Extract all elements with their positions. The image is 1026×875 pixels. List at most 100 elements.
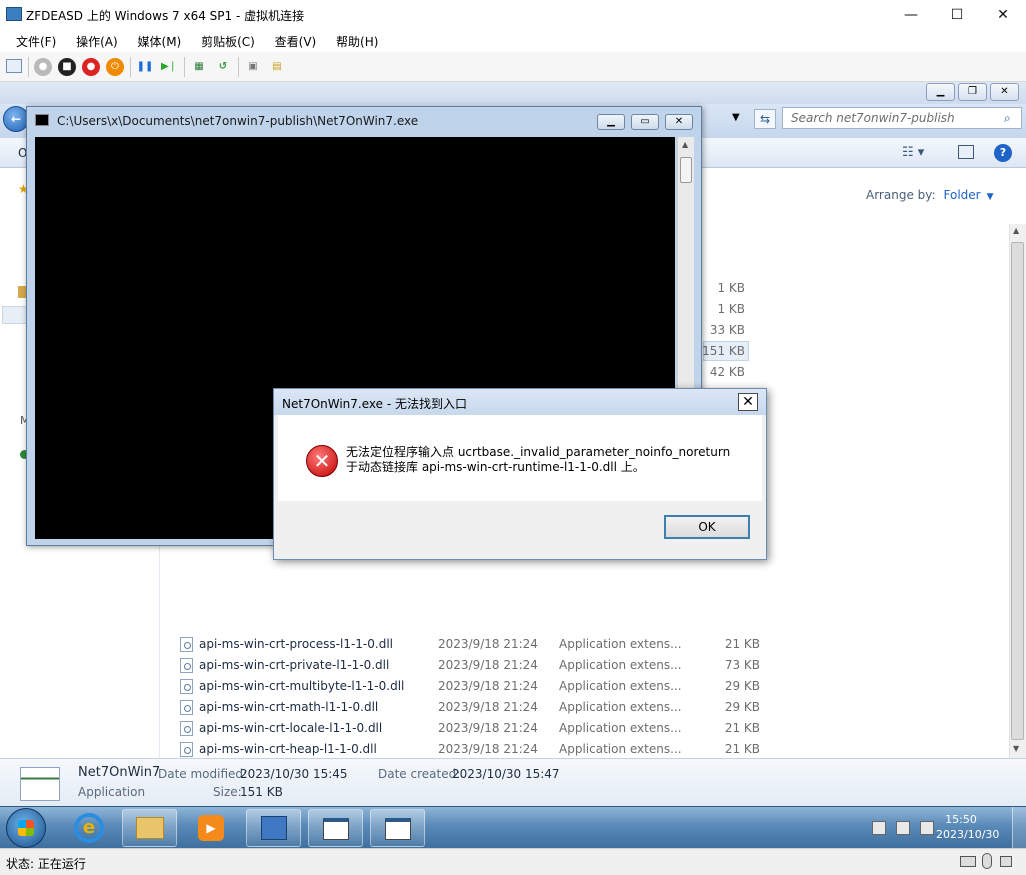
menu-help[interactable]: 帮助(H) [328,30,386,50]
taskbar-console[interactable] [308,809,363,847]
preview-pane-icon[interactable] [958,145,974,159]
keyboard-icon [960,856,976,867]
console-minimize-button[interactable]: ▁ [597,114,625,130]
folder-icon [136,817,164,839]
turn-off-icon[interactable]: ■ [58,58,76,76]
file-row[interactable]: api-ms-win-crt-multibyte-l1-1-0.dll 2023/… [180,676,760,697]
app-window-icon [385,818,411,840]
file-row[interactable]: api-ms-win-crt-private-l1-1-0.dll 2023/9/… [180,655,760,676]
scroll-up-icon[interactable]: ▲ [1013,226,1019,235]
taskbar-explorer[interactable] [122,809,177,847]
volume-muted-icon[interactable] [920,821,934,835]
vm-connect-icon [6,7,22,21]
share-icon[interactable]: ▤ [268,58,286,76]
pause-icon[interactable]: ❚❚ [136,58,154,76]
search-icon[interactable]: ⌕ [1004,111,1011,126]
start-vm-icon[interactable]: ● [34,58,52,76]
dll-file-icon [180,700,193,715]
explorer-restore-button[interactable]: ❐ [958,83,987,101]
file-type: Application extens... [559,700,682,714]
taskbar: e ▶ 15:50 2023/10/30 [0,806,1026,848]
file-size: 21 KB [724,637,760,651]
enhanced-session-icon[interactable]: ▣ [244,58,262,76]
details-pane: Net7OnWin7 Application Date modified: 20… [0,758,1026,806]
maximize-button[interactable]: ☐ [934,0,980,30]
file-date: 2023/9/18 21:24 [438,742,538,756]
taskbar-error-dialog[interactable] [370,809,425,847]
power-icon[interactable]: ⏻ [106,58,124,76]
file-list-scrollbar[interactable]: ▲ ▼ [1009,224,1026,758]
close-button[interactable]: ✕ [980,0,1026,30]
file-row[interactable]: api-ms-win-crt-math-l1-1-0.dll 2023/9/18 … [180,697,760,718]
minimize-button[interactable]: — [888,0,934,30]
explorer-minimize-button[interactable]: ▁ [926,83,955,101]
vm-status-text: 状态: 正在运行 [6,857,86,871]
ie-icon[interactable]: e [74,813,104,843]
modified-value: 2023/10/30 15:45 [240,767,348,781]
action-center-icon[interactable] [896,821,910,835]
modified-label: Date modified: [158,767,248,781]
media-player-icon[interactable]: ▶ [198,815,224,841]
scroll-down-icon[interactable]: ▼ [1013,744,1019,753]
arrange-by: Arrange by: Folder ▼ [866,188,994,202]
host-menu-bar: 文件(F) 操作(A) 媒体(M) 剪贴板(C) 查看(V) 帮助(H) [0,30,1026,52]
help-icon[interactable]: ? [994,144,1012,162]
chevron-down-icon[interactable]: ▼ [987,192,994,202]
address-dropdown-icon[interactable]: ▼ [732,112,740,123]
arrange-by-label: Arrange by: [866,188,936,202]
dialog-close-button[interactable]: ✕ [738,393,758,411]
view-options-icon[interactable]: ☷ ▾ [902,145,924,160]
clock-date: 2023/10/30 [936,828,1000,841]
menu-action[interactable]: 操作(A) [68,30,126,50]
error-icon: ✕ [306,445,338,477]
file-date: 2023/9/18 21:24 [438,658,538,672]
network-error-icon[interactable] [872,821,886,835]
menu-media[interactable]: 媒体(M) [130,30,190,50]
file-size: 21 KB [724,742,760,756]
console-close-button[interactable]: ✕ [665,114,693,130]
scroll-thumb[interactable] [680,157,692,183]
ok-button[interactable]: OK [664,515,750,539]
dll-file-icon [180,721,193,736]
search-input[interactable]: Search net7onwin7-publish [782,107,1022,129]
created-value: 2023/10/30 15:47 [452,767,560,781]
toolbar-separator [238,57,239,77]
dll-file-icon [180,679,193,694]
ctrl-alt-del-icon[interactable] [6,59,22,73]
file-row[interactable]: api-ms-win-crt-heap-l1-1-0.dll 2023/9/18 … [180,739,760,760]
file-name: api-ms-win-crt-process-l1-1-0.dll [199,637,393,651]
resume-icon[interactable]: ▶❘ [160,58,178,76]
dll-file-icon [180,742,193,757]
checkpoint-icon[interactable]: ▦ [190,58,208,76]
console-app-icon [323,818,349,840]
console-maximize-button[interactable]: ▭ [631,114,659,130]
toolbar-separator [130,57,131,77]
host-title-bar: ZFDEASD 上的 Windows 7 x64 SP1 - 虚拟机连接 — ☐… [0,0,1026,30]
revert-icon[interactable]: ↺ [214,58,232,76]
taskbar-task-manager[interactable] [246,809,301,847]
file-row[interactable]: api-ms-win-crt-locale-l1-1-0.dll 2023/9/1… [180,718,760,739]
scroll-up-icon[interactable]: ▲ [682,140,688,149]
show-desktop-button[interactable] [1012,807,1026,848]
system-clock[interactable]: 15:50 2023/10/30 [936,812,1000,842]
file-name: api-ms-win-crt-multibyte-l1-1-0.dll [199,679,405,693]
menu-file[interactable]: 文件(F) [8,30,64,50]
error-dialog: Net7OnWin7.exe - 无法找到入口 ✕ ✕ 无法定位程序输入点 uc… [273,388,767,560]
start-button[interactable] [6,808,46,848]
menu-view[interactable]: 查看(V) [267,30,325,50]
clock-time: 15:50 [945,813,977,826]
file-name: api-ms-win-crt-heap-l1-1-0.dll [199,742,377,756]
shutdown-icon[interactable]: ● [82,58,100,76]
file-row[interactable]: api-ms-win-crt-process-l1-1-0.dll 2023/9/… [180,634,760,655]
refresh-icon[interactable]: ⇆ [754,109,776,129]
toolbar-separator [184,57,185,77]
arrange-by-value[interactable]: Folder [944,188,981,202]
file-size: 21 KB [724,721,760,735]
console-title: C:\Users\x\Documents\net7onwin7-publish\… [57,114,419,128]
explorer-close-button[interactable]: ✕ [990,83,1019,101]
size-label: Size: [213,785,242,799]
file-type: Application extens... [559,658,682,672]
scroll-thumb[interactable] [1011,242,1024,740]
file-size: 29 KB [724,700,760,714]
menu-clipboard[interactable]: 剪贴板(C) [193,30,263,50]
